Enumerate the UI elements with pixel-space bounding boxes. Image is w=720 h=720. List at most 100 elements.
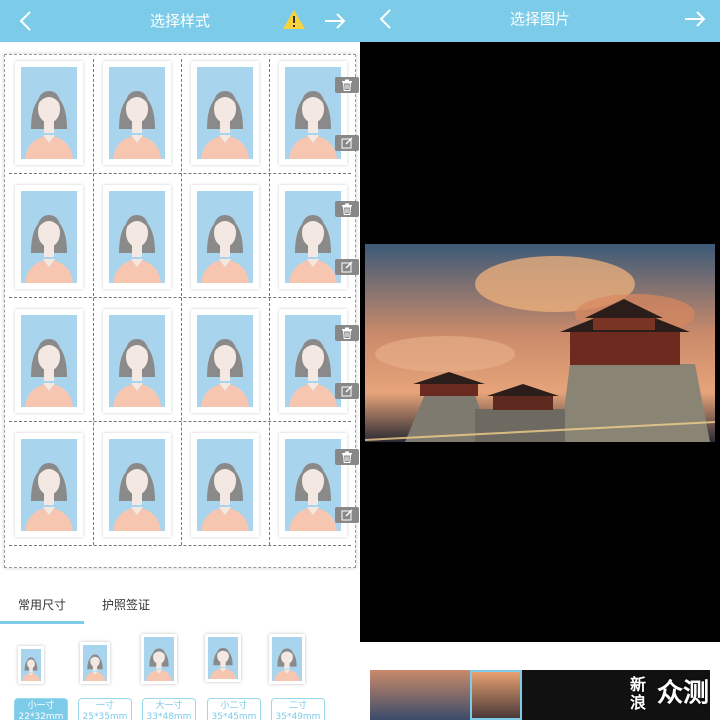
forward-arrow-icon[interactable] xyxy=(322,8,348,34)
size-dimensions: 33*48mm xyxy=(146,712,192,720)
person-silhouette-icon xyxy=(109,191,165,283)
size-thumbnail[interactable] xyxy=(18,646,44,684)
photo-cell[interactable] xyxy=(5,427,93,551)
id-photo-placeholder xyxy=(103,309,171,413)
person-silhouette-icon xyxy=(109,439,165,531)
size-label: 小二寸 xyxy=(220,701,248,711)
size-tabs: 常用尺寸 护照签证 xyxy=(0,590,360,624)
page-title: 选择样式 xyxy=(149,12,210,30)
size-option-button[interactable]: 小二寸 35*45mm xyxy=(207,698,261,720)
person-silhouette-icon xyxy=(285,439,341,531)
thumbnail-1[interactable] xyxy=(370,670,470,720)
person-silhouette-icon xyxy=(21,315,77,407)
person-silhouette-icon xyxy=(21,191,77,283)
size-options: 小一寸 22*32mm 一寸 25*35mm 大一寸 33*48mm 小二寸 35*45mm 二… xyxy=(0,628,360,720)
size-option-button[interactable]: 大一寸 33*48mm xyxy=(142,698,196,720)
edit-button[interactable] xyxy=(335,259,359,275)
size-label: 小一寸 xyxy=(27,701,55,711)
size-label: 一寸 xyxy=(95,701,114,711)
edit-button[interactable] xyxy=(335,507,359,523)
photo-cell[interactable] xyxy=(5,55,93,179)
person-silhouette-icon xyxy=(197,315,253,407)
edit-icon xyxy=(341,137,353,149)
person-silhouette-icon xyxy=(208,637,238,679)
size-dimensions: 35*49mm xyxy=(275,712,321,720)
person-silhouette-icon xyxy=(197,439,253,531)
person-silhouette-icon xyxy=(285,67,341,159)
image-preview[interactable] xyxy=(360,42,720,642)
tab-passport-visa[interactable]: 护照签证 xyxy=(86,590,166,624)
id-photo-placeholder xyxy=(191,185,259,289)
photo-cell[interactable] xyxy=(93,427,181,551)
delete-button[interactable] xyxy=(335,449,359,465)
person-silhouette-icon xyxy=(285,315,341,407)
size-label: 二寸 xyxy=(288,701,307,711)
photo-cell[interactable] xyxy=(181,55,269,179)
photo-sheet xyxy=(4,54,359,568)
back-arrow-icon[interactable] xyxy=(14,8,38,34)
edit-icon xyxy=(341,261,353,273)
id-photo-placeholder xyxy=(15,433,83,537)
id-photo-placeholder xyxy=(103,433,171,537)
edit-icon xyxy=(341,509,353,521)
trash-icon xyxy=(342,327,352,339)
size-thumbnail[interactable] xyxy=(80,642,110,684)
size-dimensions: 35*45mm xyxy=(211,712,257,720)
photo-cell[interactable] xyxy=(181,179,269,303)
right-panel: 选择图片 新 浪 众测 xyxy=(360,0,720,720)
photo-cell[interactable] xyxy=(181,427,269,551)
id-photo-placeholder xyxy=(103,61,171,165)
person-silhouette-icon xyxy=(197,191,253,283)
photo-cell[interactable] xyxy=(93,179,181,303)
edit-button[interactable] xyxy=(335,135,359,151)
warning-icon[interactable] xyxy=(282,8,306,32)
thumbnail-2-selected[interactable] xyxy=(470,670,522,720)
id-photo-placeholder xyxy=(15,185,83,289)
selected-photo xyxy=(365,244,715,442)
person-silhouette-icon xyxy=(21,67,77,159)
back-arrow-icon[interactable] xyxy=(374,6,398,32)
size-dimensions: 25*35mm xyxy=(82,712,128,720)
edit-icon xyxy=(341,385,353,397)
watermark-logo: 新浪 众测 xyxy=(630,675,710,712)
photo-cell[interactable] xyxy=(93,303,181,427)
size-thumbnail[interactable] xyxy=(205,634,241,682)
photo-cell[interactable] xyxy=(5,179,93,303)
photo-cell[interactable] xyxy=(5,303,93,427)
id-photo-placeholder xyxy=(15,309,83,413)
person-silhouette-icon xyxy=(109,315,165,407)
photo-cell[interactable] xyxy=(269,427,359,551)
size-label: 大一寸 xyxy=(155,701,183,711)
photo-cell[interactable] xyxy=(269,179,359,303)
trash-icon xyxy=(342,203,352,215)
size-option-button[interactable]: 一寸 25*35mm xyxy=(78,698,132,720)
photo-cell[interactable] xyxy=(269,303,359,427)
tab-common-sizes[interactable]: 常用尺寸 xyxy=(0,590,84,624)
page-title-right: 选择图片 xyxy=(509,10,570,28)
size-option-button[interactable]: 小一寸 22*32mm xyxy=(14,698,68,720)
delete-button[interactable] xyxy=(335,325,359,341)
size-option-button[interactable]: 二寸 35*49mm xyxy=(271,698,325,720)
person-silhouette-icon xyxy=(144,637,174,681)
id-photo-placeholder xyxy=(15,61,83,165)
photo-cell[interactable] xyxy=(181,303,269,427)
left-panel: 选择样式 常用尺寸 护照签证 小一寸 22*32mm 一寸 25*35mm 大一寸 33*… xyxy=(0,0,360,720)
person-silhouette-icon xyxy=(272,637,302,681)
top-bar-right: 选择图片 xyxy=(360,0,720,42)
top-bar: 选择样式 xyxy=(0,0,360,42)
trash-icon xyxy=(342,79,352,91)
size-thumbnail[interactable] xyxy=(269,634,305,684)
photo-cell[interactable] xyxy=(269,55,359,179)
delete-button[interactable] xyxy=(335,201,359,217)
delete-button[interactable] xyxy=(335,77,359,93)
person-silhouette-icon xyxy=(21,439,77,531)
id-photo-placeholder xyxy=(191,61,259,165)
person-silhouette-icon xyxy=(21,649,41,681)
forward-arrow-icon[interactable] xyxy=(682,6,708,32)
size-dimensions: 22*32mm xyxy=(18,712,64,720)
edit-button[interactable] xyxy=(335,383,359,399)
size-thumbnail[interactable] xyxy=(141,634,177,684)
photo-cell[interactable] xyxy=(93,55,181,179)
id-photo-placeholder xyxy=(191,309,259,413)
person-silhouette-icon xyxy=(197,67,253,159)
